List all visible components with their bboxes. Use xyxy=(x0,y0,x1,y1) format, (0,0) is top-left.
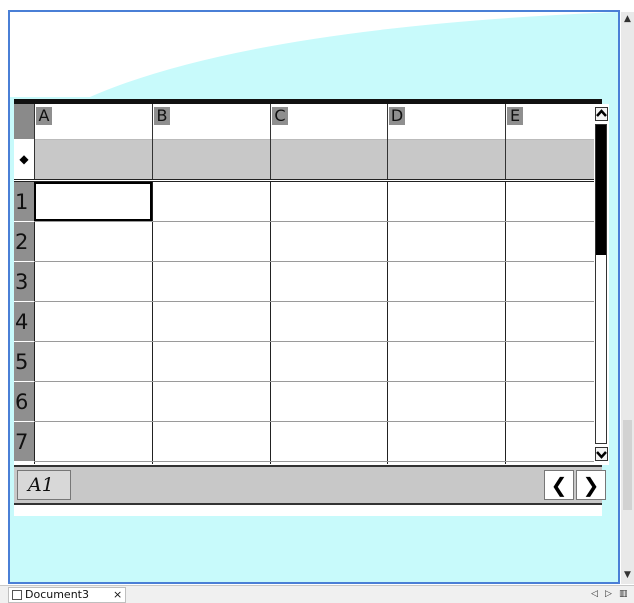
formula-row-marker: ◆ xyxy=(14,139,34,179)
row-header-3[interactable]: 3 xyxy=(14,262,34,301)
grid-row-line xyxy=(34,341,594,342)
row-header-2[interactable]: 2 xyxy=(14,222,34,261)
column-header-e[interactable]: E xyxy=(505,104,594,139)
page-sorter-icon[interactable]: ▥ xyxy=(619,587,628,601)
document-tab-label: Document3 xyxy=(25,588,89,601)
scroll-left-button[interactable]: ❮ xyxy=(544,470,574,500)
document-tab[interactable]: Document3 × xyxy=(8,587,126,603)
column-label: C xyxy=(272,107,288,125)
column-label: E xyxy=(507,107,523,125)
grid-row-line xyxy=(34,221,594,222)
row-header-1[interactable]: 1 xyxy=(14,182,34,221)
column-header-c[interactable]: C xyxy=(270,104,387,139)
document-page: A B C D E ◆ 1 2 3 4 5 6 7 A1 ❮ ❯ xyxy=(8,10,620,584)
document-tab-bar: Document3 × xyxy=(0,585,634,603)
grid-row-line xyxy=(34,301,594,302)
scroll-thumb[interactable] xyxy=(596,125,606,255)
formula-divider xyxy=(152,139,153,179)
column-header-d[interactable]: D xyxy=(387,104,505,139)
formula-divider xyxy=(387,139,388,179)
cell-reference-bar: A1 ❮ ❯ xyxy=(14,465,606,505)
scroll-down-button[interactable] xyxy=(595,447,608,461)
formula-divider xyxy=(34,139,35,179)
column-label: D xyxy=(389,106,405,125)
column-label: A xyxy=(36,107,52,125)
previous-page-icon[interactable]: ◁ xyxy=(591,587,598,601)
row-header-7[interactable]: 7 xyxy=(14,422,34,461)
page-scroll-down-icon[interactable]: ▼ xyxy=(621,568,634,582)
grid-row-line xyxy=(34,261,594,262)
column-header-a[interactable]: A xyxy=(34,104,152,139)
scroll-right-button[interactable]: ❯ xyxy=(576,470,606,500)
corner-cell[interactable] xyxy=(14,104,34,139)
chevron-down-icon xyxy=(596,451,607,459)
formula-divider xyxy=(505,139,506,179)
formula-divider xyxy=(270,139,271,179)
spreadsheet: A B C D E ◆ 1 2 3 4 5 6 7 A1 ❮ ❯ xyxy=(14,99,609,516)
column-label: B xyxy=(154,107,170,125)
chevron-up-icon xyxy=(596,109,607,117)
grid-row-line xyxy=(34,381,594,382)
grid-row-line xyxy=(34,461,594,462)
active-cell-a1[interactable] xyxy=(34,182,152,221)
document-icon xyxy=(12,590,22,600)
app-frame: A B C D E ◆ 1 2 3 4 5 6 7 A1 ❮ ❯ ▲ ▼ Doc… xyxy=(0,0,634,603)
row-header-6[interactable]: 6 xyxy=(14,382,34,421)
page-scroll-thumb[interactable] xyxy=(623,420,632,510)
formula-row[interactable] xyxy=(14,139,594,180)
close-icon[interactable]: × xyxy=(113,588,122,602)
next-page-icon[interactable]: ▷ xyxy=(605,587,612,601)
column-header-b[interactable]: B xyxy=(152,104,270,139)
scroll-up-button[interactable] xyxy=(595,107,608,121)
row-header-4[interactable]: 4 xyxy=(14,302,34,341)
grid-row-line xyxy=(34,421,594,422)
row-header-5[interactable]: 5 xyxy=(14,342,34,381)
page-scroll-up-icon[interactable]: ▲ xyxy=(621,12,634,26)
cell-reference-field[interactable]: A1 xyxy=(17,470,71,500)
